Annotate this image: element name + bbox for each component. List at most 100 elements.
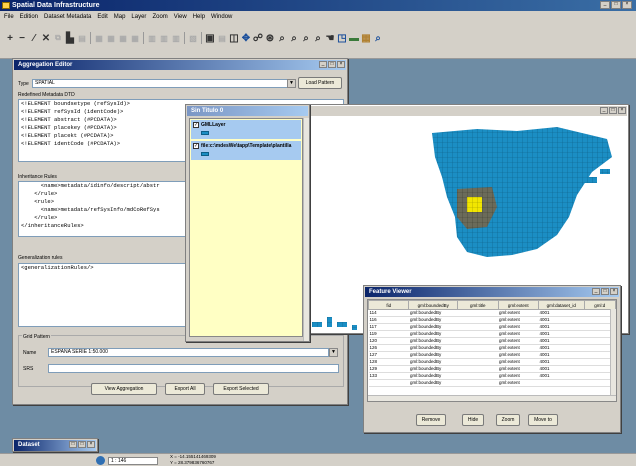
table-cell[interactable]: 4001 bbox=[538, 337, 585, 345]
grid5-icon[interactable]: ▥ bbox=[146, 31, 158, 45]
table-row[interactable]: 119 gml:boundedBy gml:extent 4001 bbox=[368, 330, 616, 338]
column-header[interactable]: gml:title bbox=[457, 300, 499, 310]
delete-icon[interactable]: ✕ bbox=[40, 31, 52, 45]
table-cell[interactable]: gml:extent bbox=[498, 316, 539, 324]
globe-icon[interactable]: ✥ bbox=[240, 31, 252, 45]
layer-item[interactable]: ✓ GMLLayer bbox=[191, 120, 301, 139]
menu-layer[interactable]: Layer bbox=[131, 14, 146, 20]
table-cell[interactable]: gml:extent bbox=[498, 309, 539, 317]
pointer-icon[interactable]: ◫ bbox=[228, 31, 240, 45]
table-cell[interactable] bbox=[457, 316, 499, 324]
table-cell[interactable]: 127 bbox=[368, 351, 409, 359]
zoom-out-icon[interactable]: ⊛ bbox=[264, 31, 276, 45]
menu-map[interactable]: Map bbox=[114, 14, 126, 20]
table-cell[interactable]: gml:boundedBy bbox=[408, 309, 458, 317]
grid4-icon[interactable]: ▦ bbox=[129, 31, 141, 45]
close-button[interactable]: × bbox=[622, 1, 632, 9]
minimize-button[interactable]: _ bbox=[319, 61, 327, 68]
table-cell[interactable] bbox=[457, 358, 499, 366]
column-header[interactable]: gml:boundedBy bbox=[408, 300, 459, 310]
chevron-down-icon[interactable]: ▼ bbox=[287, 79, 296, 88]
checkbox[interactable]: ✓ bbox=[193, 143, 199, 149]
table-cell[interactable] bbox=[457, 372, 499, 380]
table-row[interactable]: 120 gml:boundedBy gml:extent 4001 bbox=[368, 337, 616, 345]
pencil-icon[interactable]: ⁄ bbox=[28, 31, 40, 45]
remove-button[interactable]: Remove bbox=[416, 414, 446, 426]
select-icon[interactable]: ☚ bbox=[324, 31, 336, 45]
table-cell[interactable] bbox=[457, 351, 499, 359]
zoom-extent-icon[interactable]: ⌕ bbox=[276, 31, 288, 45]
pan-icon[interactable]: ⌕ bbox=[300, 31, 312, 45]
table-cell[interactable]: gml:boundedBy bbox=[408, 344, 458, 352]
table-cell[interactable]: gml:extent bbox=[498, 372, 539, 380]
table-cell[interactable]: 128 bbox=[368, 358, 409, 366]
table-cell[interactable]: 119 bbox=[368, 330, 409, 338]
info-icon[interactable]: ⌕ bbox=[312, 31, 324, 45]
maximize-button[interactable]: □ bbox=[609, 107, 617, 114]
close-button[interactable]: × bbox=[87, 441, 95, 448]
table-cell[interactable]: 4001 bbox=[538, 330, 585, 338]
minimize-button[interactable]: _ bbox=[600, 1, 610, 9]
table-cell[interactable]: 4001 bbox=[538, 344, 585, 352]
table-cell[interactable]: 114 bbox=[368, 309, 409, 317]
table-row[interactable]: 128 gml:boundedBy gml:extent 4001 bbox=[368, 358, 616, 366]
table-cell[interactable] bbox=[457, 323, 499, 331]
chevron-down-icon[interactable]: ▼ bbox=[329, 348, 338, 357]
table-icon[interactable]: ▤ bbox=[76, 31, 88, 45]
menu-zoom[interactable]: Zoom bbox=[152, 14, 167, 20]
table-cell[interactable]: gml:extent bbox=[498, 358, 539, 366]
zoom-in-icon[interactable]: ☍ bbox=[252, 31, 264, 45]
table-cell[interactable]: gml:boundedBy bbox=[408, 365, 458, 373]
table-cell[interactable]: 4001 bbox=[538, 323, 585, 331]
table-cell[interactable]: gml:boundedBy bbox=[408, 372, 458, 380]
maximize-button[interactable]: □ bbox=[78, 441, 86, 448]
grid2-icon[interactable]: ▦ bbox=[105, 31, 117, 45]
open-icon[interactable]: ▣ bbox=[204, 31, 216, 45]
table-cell[interactable]: gml:extent bbox=[498, 379, 539, 387]
table-row[interactable]: 127 gml:boundedBy gml:extent 4001 bbox=[368, 351, 616, 359]
table-row[interactable]: 129 gml:boundedBy gml:extent 4001 bbox=[368, 365, 616, 373]
minimize-button[interactable]: _ bbox=[592, 288, 600, 295]
table-cell[interactable] bbox=[457, 337, 499, 345]
zoom-button[interactable]: Zoom bbox=[496, 414, 520, 426]
measure-icon[interactable]: ◳ bbox=[336, 31, 348, 45]
layer-item[interactable]: ✓ file:c:\mdesWe\tapp\Template\plantilla bbox=[191, 141, 301, 160]
close-button[interactable]: × bbox=[610, 288, 618, 295]
menu-window[interactable]: Window bbox=[211, 14, 232, 20]
maximize-button[interactable]: □ bbox=[328, 61, 336, 68]
table-cell[interactable] bbox=[457, 344, 499, 352]
table-cell[interactable]: 4001 bbox=[538, 351, 585, 359]
table-cell[interactable]: gml:extent bbox=[498, 323, 539, 331]
minimize-button[interactable]: _ bbox=[600, 107, 608, 114]
zoom-prev-icon[interactable]: ⌕ bbox=[288, 31, 300, 45]
type-select[interactable]: SPATIAL bbox=[32, 79, 288, 88]
close-button[interactable]: × bbox=[618, 107, 626, 114]
table-cell[interactable]: 126 bbox=[368, 344, 409, 352]
table-cell[interactable]: gml:boundedBy bbox=[408, 337, 458, 345]
column-header[interactable]: gml:extent bbox=[497, 300, 540, 310]
export-selected-button[interactable]: Export Selected bbox=[213, 383, 269, 395]
chart-icon[interactable]: ▦ bbox=[360, 31, 372, 45]
export-all-button[interactable]: Export All bbox=[165, 383, 205, 395]
name-select[interactable]: ESPAÑA SERIE 1:50.000 bbox=[48, 348, 329, 357]
table-cell[interactable]: 120 bbox=[368, 337, 409, 345]
table-row[interactable]: 126 gml:boundedBy gml:extent 4001 bbox=[368, 344, 616, 352]
search-icon[interactable]: ⌕ bbox=[372, 31, 384, 45]
column-header[interactable]: fid bbox=[368, 300, 410, 310]
menu-dataset-metadata[interactable]: Dataset Metadata bbox=[44, 14, 91, 20]
table-cell[interactable] bbox=[538, 379, 585, 387]
add-icon[interactable]: + bbox=[4, 31, 16, 45]
layer-scrollbar[interactable] bbox=[303, 118, 309, 341]
table-cell[interactable]: gml:extent bbox=[498, 344, 539, 352]
grid-icon[interactable]: ▦ bbox=[93, 31, 105, 45]
menu-help[interactable]: Help bbox=[193, 14, 205, 20]
close-button[interactable]: × bbox=[337, 61, 345, 68]
move-to-button[interactable]: Move to bbox=[528, 414, 558, 426]
table-cell[interactable]: 4001 bbox=[538, 309, 585, 317]
table-cell[interactable] bbox=[457, 330, 499, 338]
table-cell[interactable]: 133 bbox=[368, 372, 409, 380]
table-cell[interactable]: gml:boundedBy bbox=[408, 358, 458, 366]
table-cell[interactable]: gml:extent bbox=[498, 337, 539, 345]
checkbox[interactable]: ✓ bbox=[193, 122, 199, 128]
paste-icon[interactable]: ▙ bbox=[64, 31, 76, 45]
